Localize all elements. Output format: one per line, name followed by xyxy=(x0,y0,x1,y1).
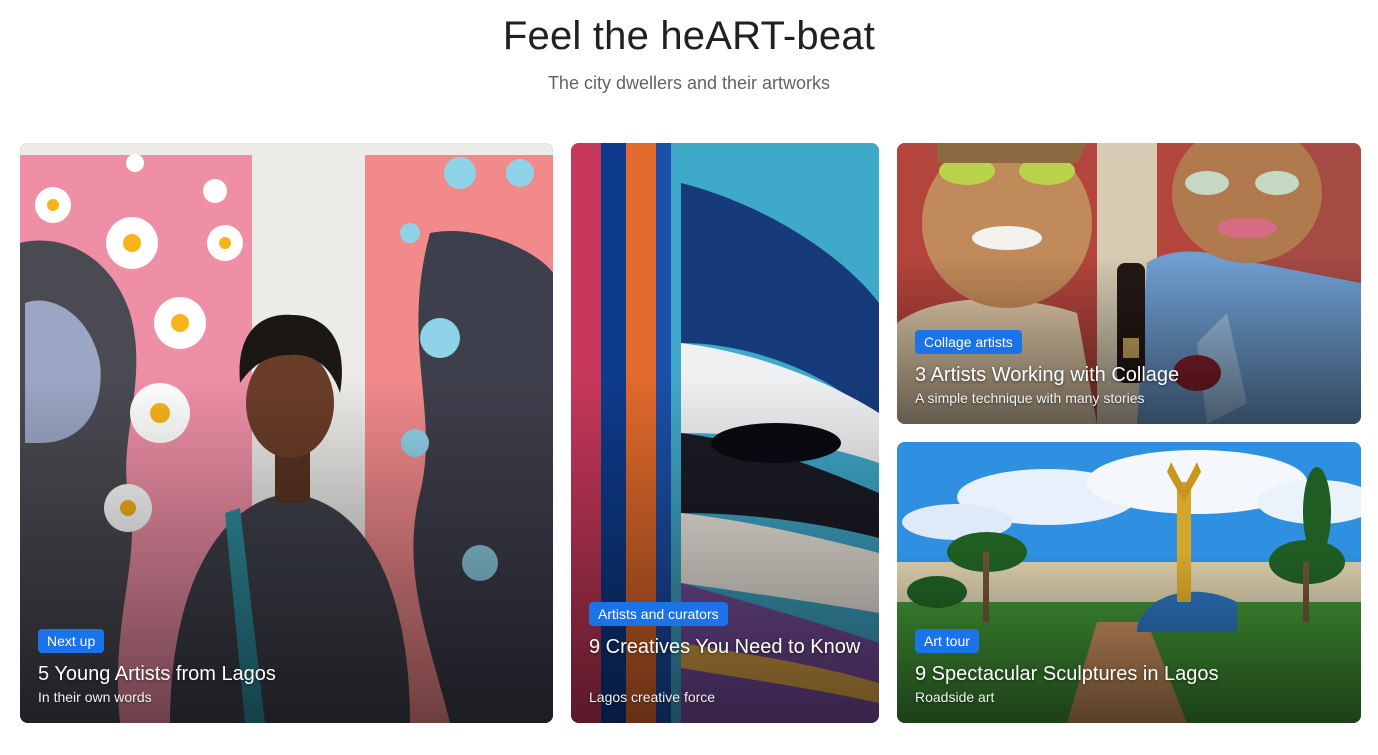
page-subtitle: The city dwellers and their artworks xyxy=(547,73,831,93)
card-title: 5 Young Artists from Lagos xyxy=(38,663,276,685)
card-subtitle: Roadside art xyxy=(915,689,995,705)
category-chip: Collage artists xyxy=(915,330,1022,354)
story-card-young-artists[interactable]: Next up 5 Young Artists from Lagos In th… xyxy=(20,143,553,723)
card-title: 9 Spectacular Sculptures in Lagos xyxy=(915,663,1219,685)
card-subtitle: Lagos creative force xyxy=(589,689,716,705)
card-title: 9 Creatives You Need to Know xyxy=(589,636,861,658)
card-subtitle: A simple technique with many stories xyxy=(915,390,1145,406)
page: Feel the heART-beat The city dwellers an… xyxy=(0,0,1378,755)
story-card-sculptures[interactable]: Art tour 9 Spectacular Sculptures in Lag… xyxy=(897,442,1361,723)
card-title: 3 Artists Working with Collage xyxy=(915,364,1180,386)
category-chip: Next up xyxy=(38,629,105,653)
page-title: Feel the heART-beat xyxy=(502,14,876,58)
category-chip: Artists and curators xyxy=(589,602,728,626)
story-card-collage[interactable]: Collage artists 3 Artists Working with C… xyxy=(897,143,1361,424)
category-chip: Art tour xyxy=(915,629,979,653)
story-card-creatives[interactable]: Artists and curators 9 Creatives You Nee… xyxy=(571,143,879,723)
card-subtitle: In their own words xyxy=(38,689,152,705)
